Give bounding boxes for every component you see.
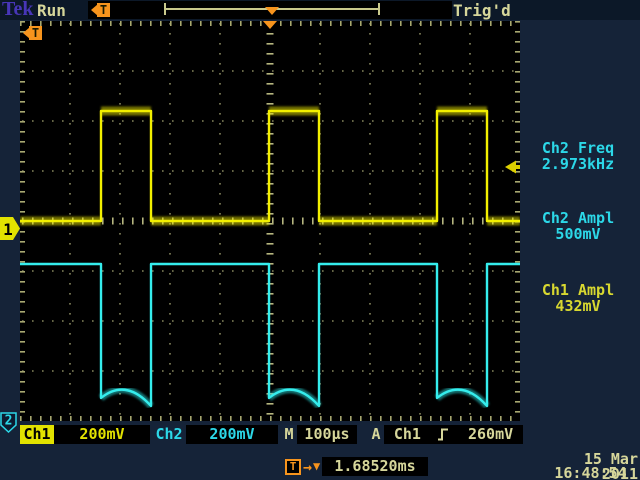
graticule bbox=[20, 21, 520, 421]
trigger-time-marker-icon: T bbox=[91, 3, 111, 17]
trigger-settings-box: Ch1 260mV bbox=[384, 425, 523, 444]
trigger-delay-readout: 1.68520ms bbox=[322, 457, 428, 476]
svg-text:T: T bbox=[32, 26, 39, 40]
waveform-ch1 bbox=[20, 111, 520, 221]
measurement-ch2-freq: Ch2 Freq 2.973kHz bbox=[518, 140, 638, 172]
trigger-delay-icon: T bbox=[285, 459, 301, 475]
svg-text:2: 2 bbox=[5, 414, 13, 429]
ch2-scale-value: 200mV bbox=[186, 425, 278, 444]
trigger-flag-icon: T bbox=[23, 26, 43, 40]
time-readout: 16:48:54 bbox=[543, 466, 638, 480]
svg-text:1: 1 bbox=[3, 220, 13, 239]
ch1-scale-badge: Ch1 bbox=[20, 425, 54, 444]
timebase-value: 100µs bbox=[297, 425, 357, 444]
measurement-ch2-ampl: Ch2 Ampl 500mV bbox=[518, 210, 638, 242]
measurement-label: Ch1 Ampl bbox=[518, 282, 638, 298]
measurement-ch1-ampl: Ch1 Ampl 432mV bbox=[518, 282, 638, 314]
trigger-level-value: 260mV bbox=[468, 425, 513, 443]
acquisition-status: Run bbox=[37, 1, 66, 20]
ch2-ground-marker: 2 bbox=[0, 412, 18, 434]
measurement-label: Ch2 Freq bbox=[518, 140, 638, 156]
oscilloscope-screen: Tek Run T Trig'd bbox=[0, 0, 640, 480]
trigger-position-indicator-icon bbox=[265, 7, 279, 15]
trigger-status: Trig'd bbox=[453, 1, 511, 20]
rising-slope-icon bbox=[438, 428, 449, 441]
measurement-value: 432mV bbox=[518, 298, 638, 314]
ch2-scale-label: Ch2 bbox=[152, 425, 186, 444]
waveform-display bbox=[20, 21, 520, 421]
header-bar: Tek Run T Trig'd bbox=[0, 0, 640, 20]
measurement-value: 500mV bbox=[518, 226, 638, 242]
timebase-label: M bbox=[281, 425, 297, 444]
ch1-ground-marker: 1 bbox=[0, 217, 21, 240]
tek-logo: Tek bbox=[2, 0, 34, 21]
trigger-source: Ch1 bbox=[394, 425, 421, 443]
position-bar-right-bracket bbox=[378, 3, 380, 15]
measurement-label: Ch2 Ampl bbox=[518, 210, 638, 226]
svg-text:T: T bbox=[100, 3, 107, 17]
ch1-scale-value: 200mV bbox=[54, 425, 150, 444]
trigger-point-marker-icon bbox=[263, 21, 277, 29]
measurement-value: 2.973kHz bbox=[518, 156, 638, 172]
arrow-right-icon: → bbox=[303, 460, 312, 475]
waveform-ch2 bbox=[20, 264, 520, 406]
triangle-down-icon: ▼ bbox=[313, 459, 320, 473]
trigger-mode-label: A bbox=[368, 425, 384, 444]
